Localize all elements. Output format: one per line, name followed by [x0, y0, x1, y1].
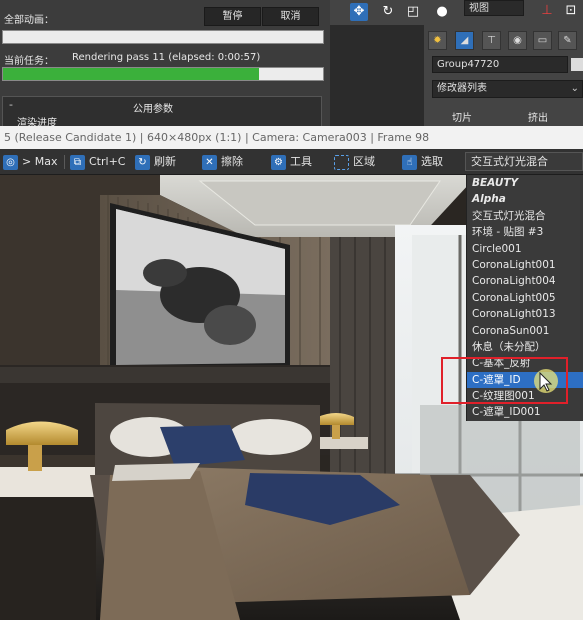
pause-button[interactable]: 暂停	[204, 7, 261, 26]
region-button[interactable]: 区域	[334, 153, 375, 170]
current-task-label: 当前任务：	[4, 56, 54, 67]
channel-item[interactable]: CoronaLight004	[467, 273, 583, 289]
copy-icon: ⧉	[70, 154, 85, 170]
channel-item[interactable]: 休息（未分配）	[467, 339, 583, 355]
rollout-toggle[interactable]: -	[9, 98, 13, 111]
channel-item[interactable]: BEAUTY	[467, 175, 583, 191]
erase-icon: ✕	[202, 154, 217, 170]
gear-icon: ⚙	[271, 154, 286, 170]
object-color-swatch[interactable]	[571, 58, 583, 71]
scale-icon[interactable]: ◰	[404, 3, 422, 21]
max-button[interactable]: ◎ > Max	[3, 153, 57, 170]
corona-logo-icon: ◎	[3, 154, 18, 170]
rollout-title: 公用参数	[133, 104, 173, 115]
modifier-list-value: 修改器列表	[437, 83, 487, 94]
select-move-icon[interactable]: ✥	[350, 3, 368, 21]
frame-buffer-toolbar: ◎ > Max ⧉ Ctrl+C ↻ 刷新 ✕ 擦除 ⚙ 工具 区域 ☝ 选取 交互式灯光混…	[0, 149, 583, 175]
pointer-arrow-icon	[539, 371, 553, 392]
channel-select-value: 交互式灯光混合	[471, 155, 548, 168]
create-tab-icon[interactable]: ✹	[428, 31, 447, 50]
region-label: 区域	[353, 155, 375, 168]
channel-select[interactable]: 交互式灯光混合	[465, 152, 583, 171]
refresh-button[interactable]: ↻ 刷新	[135, 153, 176, 170]
task-progress-bar	[2, 67, 324, 81]
channel-item[interactable]: CoronaLight005	[467, 290, 583, 306]
erase-button[interactable]: ✕ 擦除	[202, 153, 243, 170]
channel-item[interactable]: 环境 - 贴图 #3	[467, 224, 583, 240]
object-name-field[interactable]: Group47720	[432, 56, 568, 73]
select-label: 选取	[421, 155, 443, 168]
modify-tab-icon[interactable]: ◢	[455, 31, 474, 50]
object-name-value: Group47720	[437, 59, 500, 70]
current-task-value: Rendering pass 11 (elapsed: 0:00:57)	[72, 52, 261, 63]
modifier-list-dropdown[interactable]: 修改器列表 ⌄	[432, 80, 583, 98]
main-toolbar-strip: ✥ ↻ ◰ ● 视图 ⊥ ⊡	[330, 0, 583, 25]
view-dropdown-value: 视图	[469, 3, 489, 14]
chevron-down-icon: ⌄	[570, 83, 579, 94]
channel-item[interactable]: Circle001	[467, 241, 583, 257]
display-tab-icon[interactable]: ▭	[533, 31, 552, 50]
refresh-icon: ↻	[135, 154, 150, 170]
tools-label: 工具	[290, 155, 312, 168]
channel-item[interactable]: CoronaLight001	[467, 257, 583, 273]
sphere-icon[interactable]: ●	[433, 3, 451, 21]
channel-item[interactable]: Alpha	[467, 191, 583, 207]
erase-label: 擦除	[221, 155, 243, 168]
hand-pointer-icon: ☝	[402, 154, 417, 170]
motion-tab-icon[interactable]: ◉	[508, 31, 527, 50]
render-progress-panel: 全部动画： 暂停 取消 当前任务： Rendering pass 11 (ela…	[0, 0, 330, 129]
extrude-button[interactable]: 挤出	[528, 109, 548, 124]
channel-item[interactable]: 交互式灯光混合	[467, 208, 583, 224]
rotate-icon[interactable]: ↻	[379, 3, 397, 21]
snaps-toggle-icon[interactable]: ⊡	[562, 2, 580, 20]
max-label: > Max	[22, 155, 58, 168]
cancel-button[interactable]: 取消	[262, 7, 319, 26]
total-progress-bar	[2, 30, 324, 44]
view-dropdown[interactable]: 视图	[464, 0, 524, 16]
tools-button[interactable]: ⚙ 工具	[271, 153, 312, 170]
total-animation-label: 全部动画：	[4, 15, 54, 26]
slice-button[interactable]: 切片	[452, 109, 472, 124]
command-panel: ✹ ◢ ⊤ ◉ ▭ ✎ Group47720 修改器列表 ⌄ 切片 挤出	[424, 25, 583, 126]
region-icon	[334, 154, 349, 170]
channel-item[interactable]: C-遮罩_ID001	[467, 404, 583, 420]
frame-buffer-title: 5 (Release Candidate 1) | 640×480px (1:1…	[0, 126, 583, 149]
copy-button[interactable]: ⧉ Ctrl+C	[70, 153, 125, 170]
utilities-tab-icon[interactable]: ✎	[558, 31, 577, 50]
channel-item[interactable]: CoronaLight013	[467, 306, 583, 322]
channel-item[interactable]: CoronaSun001	[467, 323, 583, 339]
select-button[interactable]: ☝ 选取	[402, 153, 443, 170]
copy-label: Ctrl+C	[89, 155, 126, 168]
snap-icon[interactable]: ⊥	[538, 2, 556, 20]
common-params-rollout[interactable]: - 公用参数 渲染进度	[2, 96, 322, 129]
hierarchy-tab-icon[interactable]: ⊤	[482, 31, 501, 50]
task-progress-fill	[3, 68, 259, 80]
refresh-label: 刷新	[154, 155, 176, 168]
toolbar-divider	[64, 155, 65, 169]
mouse-cursor-highlight	[534, 369, 558, 393]
